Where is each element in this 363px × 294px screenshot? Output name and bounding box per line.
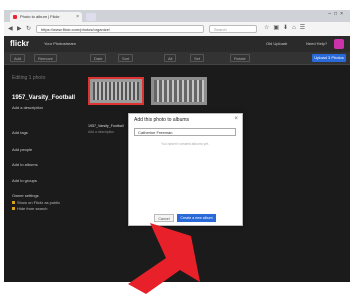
arrow-shape xyxy=(128,223,200,294)
pointer-arrow-icon xyxy=(128,223,200,294)
